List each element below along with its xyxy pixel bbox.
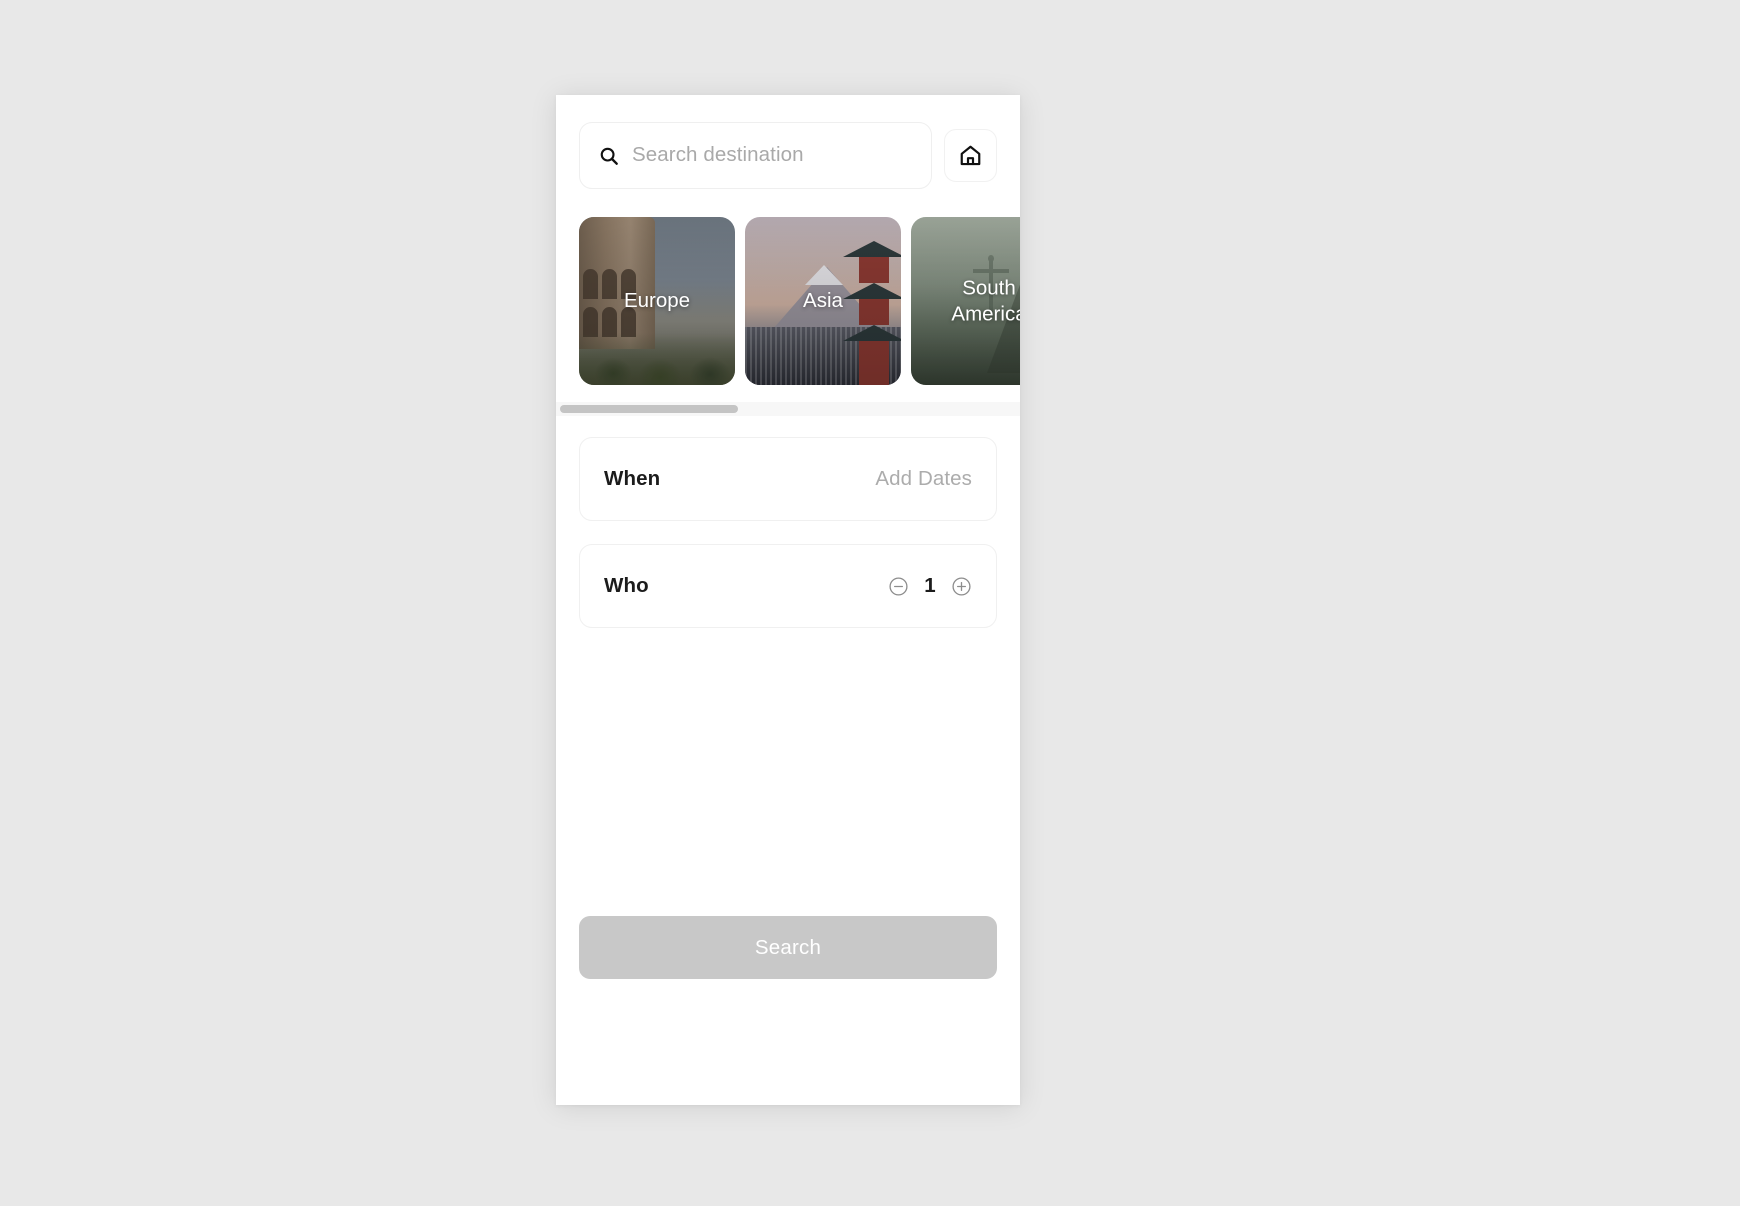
carousel-scrollbar-thumb[interactable] <box>560 405 738 413</box>
when-field[interactable]: When Add Dates <box>579 437 997 521</box>
when-label: When <box>604 467 661 490</box>
search-input[interactable]: Search destination <box>579 122 932 189</box>
guest-count: 1 <box>924 574 936 597</box>
who-label: Who <box>604 574 649 597</box>
destination-card-south-america[interactable]: South America <box>911 217 1020 385</box>
home-button[interactable] <box>944 129 997 182</box>
carousel-scrollbar-track[interactable] <box>556 402 1020 416</box>
search-submit-button[interactable]: Search <box>579 916 997 979</box>
destination-card-label: Europe <box>623 289 691 313</box>
search-panel: Search destination Europe Asia South Ame… <box>556 95 1020 1105</box>
destination-card-label: South America <box>951 276 1020 325</box>
minus-circle-icon[interactable] <box>888 576 909 597</box>
destination-card-asia[interactable]: Asia <box>745 217 901 385</box>
destination-carousel[interactable]: Europe Asia South America <box>556 217 1020 385</box>
search-input-placeholder: Search destination <box>632 143 804 167</box>
guest-stepper: 1 <box>888 574 972 598</box>
search-row: Search destination <box>579 122 997 189</box>
destination-card-label: Asia <box>803 289 843 313</box>
plus-circle-icon[interactable] <box>951 576 972 597</box>
when-value[interactable]: Add Dates <box>875 467 972 491</box>
destination-card-strip: Europe Asia South America <box>579 217 1020 385</box>
search-icon <box>600 147 618 165</box>
destination-card-europe[interactable]: Europe <box>579 217 735 385</box>
who-field: Who 1 <box>579 544 997 628</box>
home-icon <box>960 145 981 166</box>
